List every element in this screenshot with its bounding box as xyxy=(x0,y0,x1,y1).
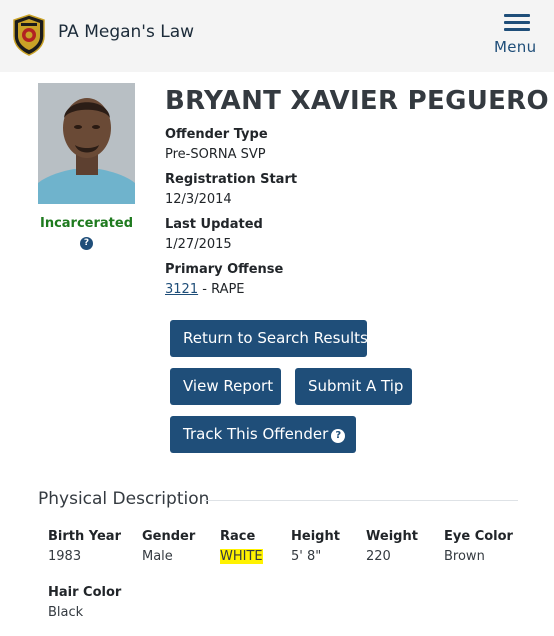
eye-color-label: Eye Color xyxy=(444,529,513,544)
offense-code-link[interactable]: 3121 xyxy=(165,282,198,297)
help-icon[interactable]: ? xyxy=(80,237,93,250)
birth-year-label: Birth Year xyxy=(48,529,121,544)
offender-type-label: Offender Type xyxy=(165,127,268,142)
hair-color-label: Hair Color xyxy=(48,585,122,600)
eye-color-value: Brown xyxy=(444,549,485,564)
birth-year-value: 1983 xyxy=(48,549,82,564)
pa-state-police-seal-icon[interactable] xyxy=(12,14,46,56)
status-badge: Incarcerated xyxy=(39,216,134,231)
offender-type-value: Pre-SORNA SVP xyxy=(165,147,266,162)
offense-separator: - xyxy=(198,282,212,297)
site-header: PA Megan's Law Menu xyxy=(0,0,554,72)
weight-label: Weight xyxy=(366,529,418,544)
view-report-button[interactable]: View Report xyxy=(170,368,281,405)
race-value: WHITE xyxy=(220,549,263,564)
offender-photo xyxy=(38,83,135,204)
site-title[interactable]: PA Megan's Law xyxy=(58,22,194,42)
track-this-offender-button[interactable]: Track This Offender? xyxy=(170,416,356,453)
hamburger-icon xyxy=(504,14,530,35)
menu-button[interactable]: Menu xyxy=(494,14,542,58)
menu-label: Menu xyxy=(494,38,537,56)
registration-start-value: 12/3/2014 xyxy=(165,192,232,207)
hair-color-value: Black xyxy=(48,605,84,620)
gender-value: Male xyxy=(142,549,173,564)
height-value: 5' 8" xyxy=(291,549,322,564)
weight-value: 220 xyxy=(366,549,391,564)
gender-label: Gender xyxy=(142,529,196,544)
submit-a-tip-button[interactable]: Submit A Tip xyxy=(295,368,412,405)
return-to-search-results-button[interactable]: Return to Search Results xyxy=(170,320,368,357)
last-updated-value: 1/27/2015 xyxy=(165,237,232,252)
offense-description: RAPE xyxy=(211,282,245,297)
registration-start-label: Registration Start xyxy=(165,172,298,187)
height-label: Height xyxy=(291,529,340,544)
help-icon: ? xyxy=(331,429,346,443)
divider xyxy=(204,500,518,501)
primary-offense-label: Primary Offense xyxy=(165,262,284,277)
primary-offense-value: 3121 - RAPE xyxy=(165,282,245,297)
offender-name: BRYANT XAVIER PEGUERO xyxy=(165,86,549,116)
track-label: Track This Offender xyxy=(183,425,329,443)
last-updated-label: Last Updated xyxy=(165,217,263,232)
section-title: Physical Description xyxy=(38,489,210,509)
race-value-wrap: WHITE xyxy=(220,549,263,564)
race-label: Race xyxy=(220,529,256,544)
